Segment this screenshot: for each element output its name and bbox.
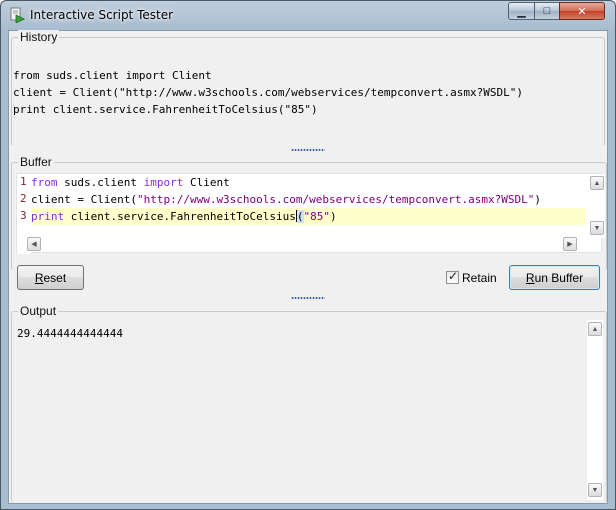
maximize-icon: □: [543, 5, 551, 17]
scroll-up-arrow-icon[interactable]: ▲: [590, 176, 604, 190]
script-app-icon: [10, 7, 25, 23]
client-area: History from suds.client import Client cl…: [8, 30, 608, 504]
code-text: client.service.FahrenheitToCelsius: [64, 210, 296, 223]
buffer-panel: Buffer 1 2 3 from suds.client import Cli…: [11, 155, 607, 270]
string-literal: "http://www.w3schools.com/webservices/te…: [136, 193, 535, 206]
keyword: import: [143, 176, 184, 189]
window-title: Interactive Script Tester: [30, 8, 174, 22]
scroll-down-arrow-icon[interactable]: ▼: [588, 483, 602, 497]
code-text: ): [534, 193, 541, 206]
run-buffer-label: un Buffer: [534, 270, 584, 285]
minimize-icon: ▁: [517, 5, 526, 18]
code-text: Client: [183, 176, 230, 189]
retain-checkbox[interactable]: ✓: [446, 269, 459, 284]
title-bar[interactable]: Interactive Script Tester ▁ □ ✕: [1, 1, 615, 29]
scroll-up-arrow-icon[interactable]: ▲: [588, 322, 602, 336]
line-number: 2: [20, 192, 27, 205]
output-label: Output: [18, 304, 59, 318]
keyword: from: [31, 176, 58, 189]
scroll-right-arrow-icon[interactable]: ▶: [563, 237, 577, 251]
close-icon: ✕: [577, 5, 587, 18]
run-mnemonic: R: [525, 270, 535, 285]
history-label: History: [18, 30, 60, 44]
retain-label[interactable]: Retain: [462, 271, 497, 285]
history-line: client = Client("http://www.w3schools.co…: [13, 86, 523, 99]
string-literal: "85": [303, 210, 331, 223]
app-window: Interactive Script Tester ▁ □ ✕ History …: [0, 0, 616, 510]
run-buffer-button[interactable]: Run Buffer: [509, 265, 600, 290]
code-line-3-current: print client.service.FahrenheitToCelsius…: [31, 208, 586, 225]
code-text: suds.client: [57, 176, 144, 189]
output-splitter-handle[interactable]: [291, 297, 325, 299]
code-text: ): [330, 210, 337, 223]
line-number: 3: [20, 209, 27, 222]
checkmark-icon: ✓: [448, 269, 459, 283]
code-line-1: from suds.client import Client: [31, 174, 230, 191]
keyword: print: [31, 210, 65, 223]
code-text: client = Client(: [31, 193, 137, 206]
history-line: print client.service.FahrenheitToCelsius…: [13, 103, 318, 116]
code-line-2: client = Client("http://www.w3schools.co…: [31, 191, 541, 208]
history-line: from suds.client import Client: [13, 69, 212, 82]
scroll-down-arrow-icon[interactable]: ▼: [590, 221, 604, 235]
buffer-label: Buffer: [18, 155, 54, 169]
buffer-horizontal-scrollbar[interactable]: ◀ ▶: [27, 236, 579, 252]
line-number: 1: [20, 175, 27, 188]
scroll-left-arrow-icon[interactable]: ◀: [27, 237, 41, 251]
reset-mnemonic: R: [34, 270, 44, 285]
close-button[interactable]: ✕: [559, 2, 605, 20]
output-text[interactable]: 29.4444444444444: [17, 327, 123, 340]
history-text[interactable]: from suds.client import Client client = C…: [13, 67, 523, 118]
reset-button[interactable]: Reset: [17, 265, 84, 290]
matched-paren: (: [296, 210, 304, 223]
buffer-vertical-scrollbar[interactable]: ▲ ▼: [589, 174, 605, 238]
reset-label: eset: [43, 270, 67, 285]
history-splitter-handle[interactable]: [291, 149, 325, 151]
maximize-button[interactable]: □: [534, 2, 560, 20]
minimize-button[interactable]: ▁: [508, 2, 535, 20]
buffer-editor[interactable]: 1 2 3 from suds.client import Client cli…: [16, 173, 605, 254]
output-vertical-scrollbar[interactable]: ▲ ▼: [587, 320, 603, 500]
